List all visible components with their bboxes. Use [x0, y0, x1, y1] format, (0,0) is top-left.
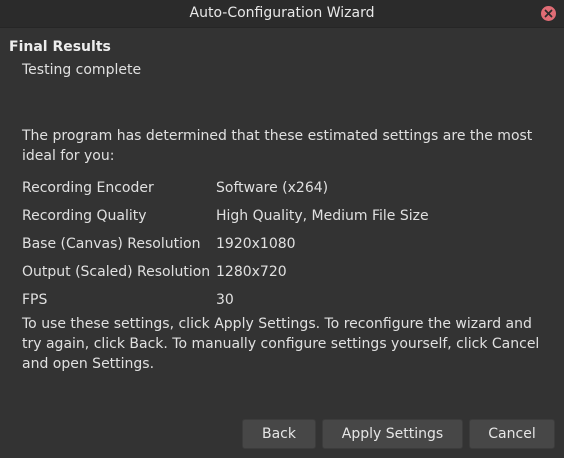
- settings-row-encoder: Recording Encoder Software (x264): [22, 174, 542, 202]
- settings-list: Recording Encoder Software (x264) Record…: [22, 174, 542, 314]
- apply-settings-button[interactable]: Apply Settings: [322, 419, 463, 449]
- wizard-window: Auto-Configuration Wizard Final Results …: [0, 0, 564, 458]
- setting-label: FPS: [22, 292, 48, 308]
- close-button[interactable]: [541, 6, 556, 21]
- setting-label: Base (Canvas) Resolution: [22, 236, 201, 252]
- setting-value: 1920x1080: [216, 236, 296, 252]
- back-button[interactable]: Back: [242, 419, 316, 449]
- settings-row-fps: FPS 30: [22, 286, 542, 314]
- settings-row-quality: Recording Quality High Quality, Medium F…: [22, 202, 542, 230]
- setting-value: High Quality, Medium File Size: [216, 208, 429, 224]
- setting-value: Software (x264): [216, 180, 329, 196]
- page-subtitle: Testing complete: [22, 62, 142, 78]
- setting-label: Recording Encoder: [22, 180, 154, 196]
- setting-value: 1280x720: [216, 264, 287, 280]
- settings-row-output-resolution: Output (Scaled) Resolution 1280x720: [22, 258, 542, 286]
- setting-label: Output (Scaled) Resolution: [22, 264, 211, 280]
- cancel-button[interactable]: Cancel: [469, 419, 555, 449]
- window-title: Auto-Configuration Wizard: [189, 5, 375, 21]
- instructions-text: To use these settings, click Apply Setti…: [22, 316, 540, 372]
- intro-text: The program has determined that these es…: [22, 128, 533, 164]
- setting-label: Recording Quality: [22, 208, 147, 224]
- close-icon: [544, 9, 553, 18]
- title-bar[interactable]: Auto-Configuration Wizard: [0, 0, 564, 28]
- page-title: Final Results: [9, 39, 111, 55]
- setting-value: 30: [216, 292, 234, 308]
- settings-row-base-resolution: Base (Canvas) Resolution 1920x1080: [22, 230, 542, 258]
